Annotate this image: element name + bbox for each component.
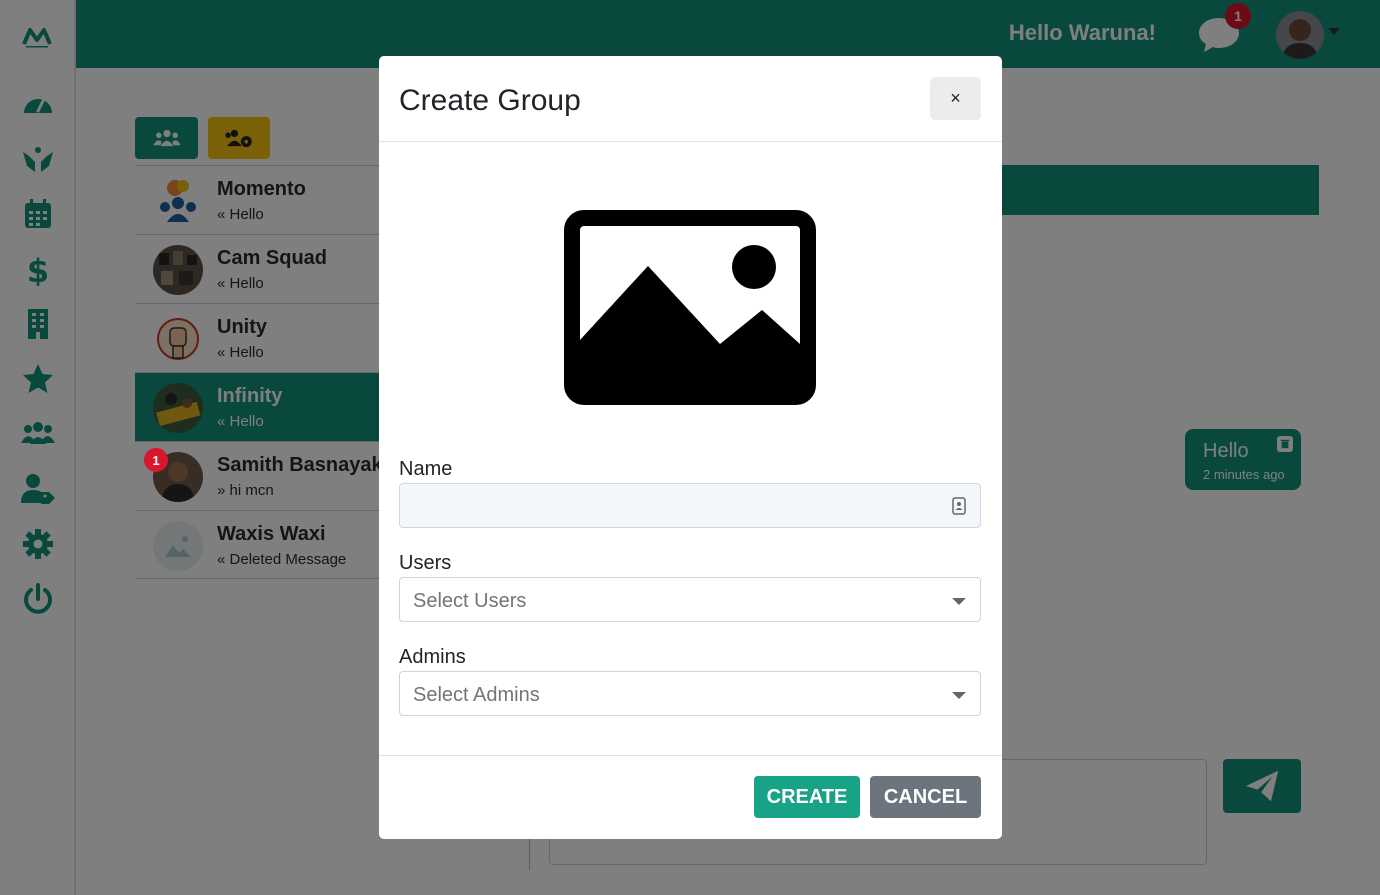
unread-badge: 1 (144, 448, 168, 472)
users-placeholder: Select Users (413, 590, 527, 612)
create-group-modal: Create Group × Name Users Select Users A… (379, 56, 1002, 839)
name-input[interactable] (400, 484, 940, 527)
name-field[interactable] (399, 483, 981, 528)
modal-title: Create Group (399, 84, 581, 117)
close-button[interactable]: × (930, 77, 981, 120)
users-select[interactable]: Select Users (399, 577, 981, 622)
chevron-down-icon[interactable] (952, 598, 966, 605)
chevron-down-icon[interactable] (952, 692, 966, 699)
modal-footer: CREATE CANCEL (379, 755, 1002, 839)
contact-card-icon (952, 497, 966, 515)
admins-select[interactable]: Select Admins (399, 671, 981, 716)
name-label: Name (399, 458, 453, 480)
users-label: Users (399, 552, 452, 574)
cancel-button[interactable]: CANCEL (870, 776, 981, 818)
create-button[interactable]: CREATE (754, 776, 860, 818)
admins-label: Admins (399, 646, 466, 668)
admins-placeholder: Select Admins (413, 684, 540, 706)
image-placeholder-icon[interactable] (564, 210, 816, 405)
modal-header: Create Group × (379, 56, 1002, 142)
